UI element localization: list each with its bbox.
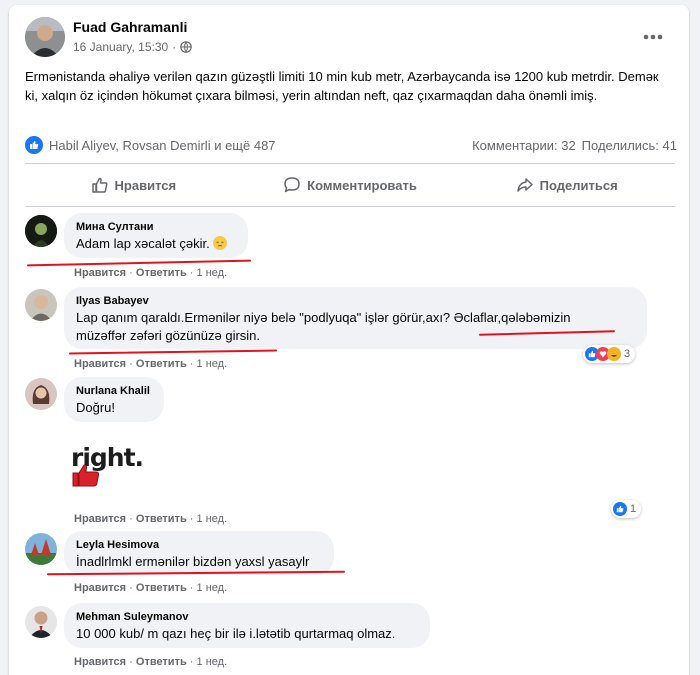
comment-time[interactable]: 1 нед. (197, 582, 228, 594)
comment-reaction-count: 1 (630, 503, 637, 515)
more-dots-icon (643, 34, 663, 40)
like-reaction-icon[interactable] (25, 136, 43, 154)
comment-time[interactable]: 1 нед. (197, 513, 228, 525)
comment-icon (284, 177, 300, 193)
comment-bubble: Nurlana Khalil Doğru! (64, 377, 164, 422)
comment-reaction-count: 3 (624, 348, 631, 360)
comment-like-link[interactable]: Нравится (74, 358, 126, 370)
comments-count[interactable]: Комментарии: 32 (472, 138, 576, 153)
comment-bubble: Leyla Hesimova İnadlrlmkl ermənilər bizd… (64, 531, 334, 575)
globe-icon[interactable] (180, 41, 192, 53)
share-button-label: Поделиться (539, 177, 618, 193)
comment-bubble: Mehman Suleymanov 10 000 kub/ m qazı heç… (64, 603, 430, 648)
annotation-underline (68, 349, 278, 355)
avatar-photo-icon (25, 533, 57, 565)
more-options-button[interactable] (639, 23, 667, 51)
post-author-name[interactable]: Fuad Gahramanli (73, 19, 187, 35)
right-thumbs-up-sticker: right. (71, 443, 144, 493)
divider-bottom (25, 206, 675, 207)
commenter-name[interactable]: Мина Султани (76, 220, 236, 235)
shares-count[interactable]: Поделились: 41 (582, 138, 677, 153)
comment-reply-link[interactable]: Ответить (136, 513, 187, 525)
comment-reply-link[interactable]: Ответить (136, 267, 187, 279)
commenter-avatar[interactable] (25, 533, 57, 565)
comment-reaction-chip[interactable]: 1 (611, 500, 642, 518)
author-photo-icon (25, 17, 65, 57)
comment-like-link[interactable]: Нравится (74, 267, 126, 279)
comment-like-link[interactable]: Нравится (74, 656, 126, 668)
comment-bubble: Мина Султани Adam lap xəcalət çəkir. (64, 213, 248, 258)
commenter-avatar[interactable] (25, 215, 57, 247)
comment-like-link[interactable]: Нравится (74, 582, 126, 594)
comment-actions: Нравится · Ответить · 1 нед. (74, 358, 228, 370)
red-thumbs-up-icon (72, 464, 100, 487)
commenter-name[interactable]: Ilyas Babayev (76, 294, 635, 309)
divider-top (25, 163, 675, 164)
comment-reply-link[interactable]: Ответить (136, 582, 187, 594)
reactors-list[interactable]: Habil Aliyev, Rovsan Demirli и ещё 487 (49, 138, 276, 153)
avatar-photo-icon (25, 606, 57, 638)
pensive-face-icon (213, 236, 228, 250)
commenter-avatar[interactable] (25, 606, 57, 638)
annotation-underline (27, 259, 251, 267)
comment-text: 10 000 kub/ m qazı heç bir ilə i.lətətib… (76, 626, 396, 641)
comment-time[interactable]: 1 нед. (197, 267, 228, 279)
haha-reaction-icon (607, 347, 621, 361)
comment-bubble: Ilyas Babayev Lap qanım qaraldı.Ermənilə… (64, 287, 647, 349)
comment-text: İnadlrlmkl ermənilər bizdən yaxsl yasayl… (76, 554, 310, 569)
meta-separator: · (172, 40, 177, 54)
comment-reply-link[interactable]: Ответить (136, 358, 187, 370)
share-arrow-icon (516, 178, 533, 192)
post-body-text: Ermənistanda əhaliyə verilən qazın güzəş… (25, 69, 659, 103)
comment-like-link[interactable]: Нравится (74, 513, 126, 525)
commenter-name[interactable]: Nurlana Khalil (76, 384, 152, 399)
avatar-photo-icon (25, 378, 57, 410)
like-button[interactable]: Нравится (25, 168, 242, 202)
like-reaction-icon (613, 502, 627, 516)
author-avatar[interactable] (25, 17, 65, 57)
comment-reaction-chip[interactable]: 3 (583, 345, 636, 363)
post-meta: 16 January, 15:30 · (73, 40, 192, 54)
commenter-name[interactable]: Leyla Hesimova (76, 538, 322, 553)
commenter-avatar[interactable] (25, 378, 57, 410)
post-card: Fuad Gahramanli 16 January, 15:30 · Ermə… (9, 5, 689, 675)
comment-actions: Нравится · Ответить · 1 нед. (74, 656, 228, 668)
commenter-name[interactable]: Mehman Suleymanov (76, 610, 418, 625)
comment-button[interactable]: Комментировать (242, 168, 459, 202)
reaction-summary-bar: Habil Aliyev, Rovsan Demirli и ещё 487 К… (25, 134, 677, 156)
comment-reply-link[interactable]: Ответить (136, 656, 187, 668)
like-button-label: Нравится (114, 177, 177, 193)
comment-text: Adam lap xəcalət çəkir. (76, 235, 236, 253)
commenter-avatar[interactable] (25, 289, 57, 321)
comment-actions: Нравится · Ответить · 1 нед. (74, 267, 228, 279)
comment-text: Lap qanım qaraldı.Ermənilər niyə belə "p… (76, 310, 571, 343)
comment-time[interactable]: 1 нед. (197, 358, 228, 370)
avatar-photo-icon (25, 215, 57, 247)
share-button[interactable]: Поделиться (458, 168, 675, 202)
post-action-row: Нравится Комментировать Поделиться (25, 168, 675, 202)
comment-time[interactable]: 1 нед. (197, 656, 228, 668)
avatar-photo-icon (25, 289, 57, 321)
comment-button-label: Комментировать (307, 177, 417, 193)
post-date[interactable]: 16 January, 15:30 (73, 40, 168, 54)
comment-actions: Нравится · Ответить · 1 нед. (74, 513, 228, 525)
comment-text: Doğru! (76, 400, 116, 415)
thumbs-up-icon (91, 177, 108, 193)
comment-actions: Нравится · Ответить · 1 нед. (74, 582, 228, 594)
